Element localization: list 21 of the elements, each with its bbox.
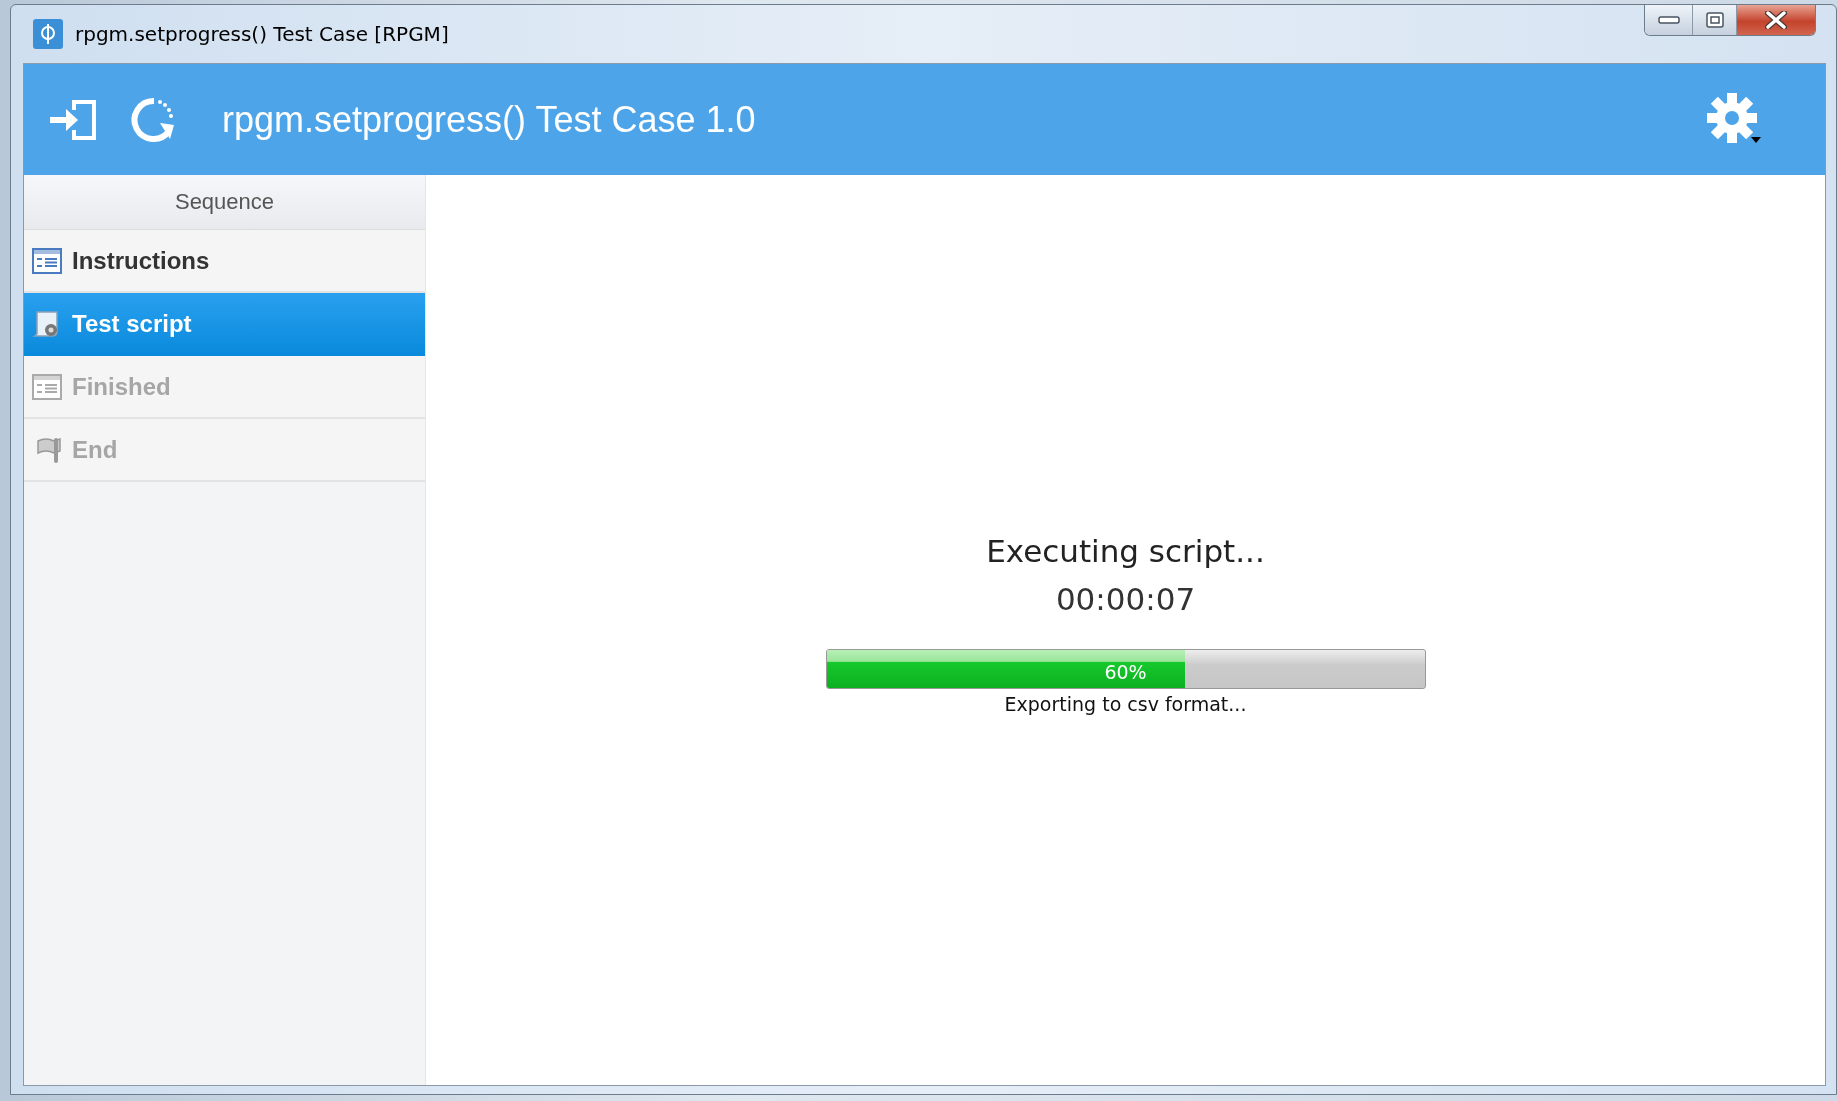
status-message: Executing script...	[986, 533, 1265, 569]
sidebar-heading: Sequence	[24, 175, 425, 230]
window-title: rpgm.setprogress() Test Case [RPGM]	[75, 22, 450, 46]
elapsed-time: 00:00:07	[1055, 581, 1196, 617]
progress-percent: 60%	[1103, 661, 1148, 683]
progress-caption: Exporting to csv format...	[1004, 693, 1247, 715]
sidebar-item[interactable]: Test script	[24, 293, 425, 356]
maximize-button[interactable]	[1693, 5, 1737, 35]
sidebar-item-label: Test script	[72, 309, 192, 338]
list-icon	[32, 373, 62, 400]
app-icon	[33, 19, 63, 49]
sidebar-item-label: Finished	[72, 372, 171, 401]
minimize-button[interactable]	[1645, 5, 1693, 35]
close-icon	[1765, 11, 1787, 29]
app-title: rpgm.setprogress() Test Case 1.0	[222, 98, 757, 141]
minimize-icon	[1657, 15, 1680, 25]
list-icon	[32, 247, 62, 274]
maximize-icon	[1705, 12, 1724, 28]
sidebar-item-label: Instructions	[72, 246, 210, 275]
close-button[interactable]	[1737, 5, 1815, 35]
sidebar-item-label: End	[72, 435, 118, 464]
